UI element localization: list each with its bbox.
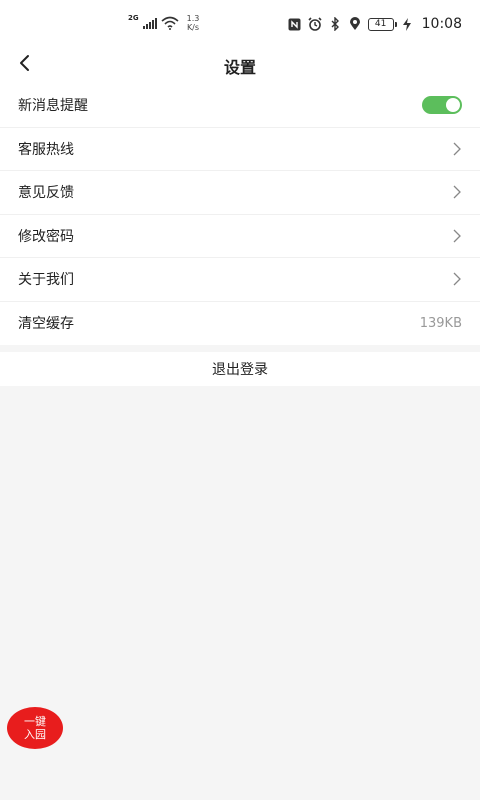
chevron-right-icon bbox=[453, 185, 461, 199]
network-type: 2G bbox=[128, 14, 139, 22]
settings-item-about[interactable]: 关于我们 bbox=[0, 258, 480, 302]
settings-item-label: 新消息提醒 bbox=[18, 98, 88, 115]
settings-item-label: 意见反馈 bbox=[18, 185, 74, 202]
settings-item-change-password[interactable]: 修改密码 bbox=[0, 215, 480, 258]
battery-icon: 41 bbox=[367, 17, 397, 31]
fab-line1: 一键 bbox=[24, 715, 46, 728]
alarm-icon bbox=[308, 17, 322, 31]
network-speed: 1.3 K/s bbox=[187, 14, 200, 32]
logout-button[interactable]: 退出登录 bbox=[0, 352, 480, 386]
chevron-right-icon bbox=[453, 229, 461, 243]
clock: 10:08 bbox=[421, 16, 462, 32]
chevron-right-icon bbox=[453, 142, 461, 156]
signal-icon bbox=[142, 17, 157, 29]
bluetooth-icon bbox=[328, 17, 342, 31]
chevron-right-icon bbox=[453, 272, 461, 286]
charging-icon bbox=[400, 17, 414, 31]
settings-item-notifications: 新消息提醒 bbox=[0, 84, 480, 128]
settings-item-label: 客服热线 bbox=[18, 141, 74, 158]
notification-toggle[interactable] bbox=[422, 96, 462, 115]
settings-item-label: 关于我们 bbox=[18, 272, 74, 289]
nav-bar: 设置 bbox=[0, 48, 480, 84]
nfc-icon bbox=[288, 17, 302, 31]
settings-list: 新消息提醒 客服热线 意见反馈 修改密码 关于我们 清空缓存 139KB bbox=[0, 84, 480, 345]
page-title: 设置 bbox=[223, 58, 256, 77]
location-icon bbox=[348, 17, 362, 31]
settings-item-feedback[interactable]: 意见反馈 bbox=[0, 171, 480, 215]
quick-entry-button[interactable]: 一键 入园 bbox=[7, 707, 63, 749]
toggle-knob bbox=[446, 98, 460, 113]
settings-item-label: 清空缓存 bbox=[18, 316, 74, 333]
status-bar: 2G 1.3 K/s 41 10:08 bbox=[0, 0, 480, 48]
settings-item-hotline[interactable]: 客服热线 bbox=[0, 128, 480, 171]
cache-size: 139KB bbox=[419, 315, 462, 331]
wifi-icon bbox=[161, 16, 179, 30]
speed-unit: K/s bbox=[186, 23, 200, 32]
status-right: 41 10:08 bbox=[288, 16, 462, 32]
fab-line2: 入园 bbox=[24, 728, 46, 741]
speed-value: 1.3 bbox=[186, 14, 200, 23]
settings-item-label: 修改密码 bbox=[18, 228, 74, 245]
status-left: 2G 1.3 K/s bbox=[128, 14, 199, 32]
settings-item-clear-cache[interactable]: 清空缓存 139KB bbox=[0, 302, 480, 346]
